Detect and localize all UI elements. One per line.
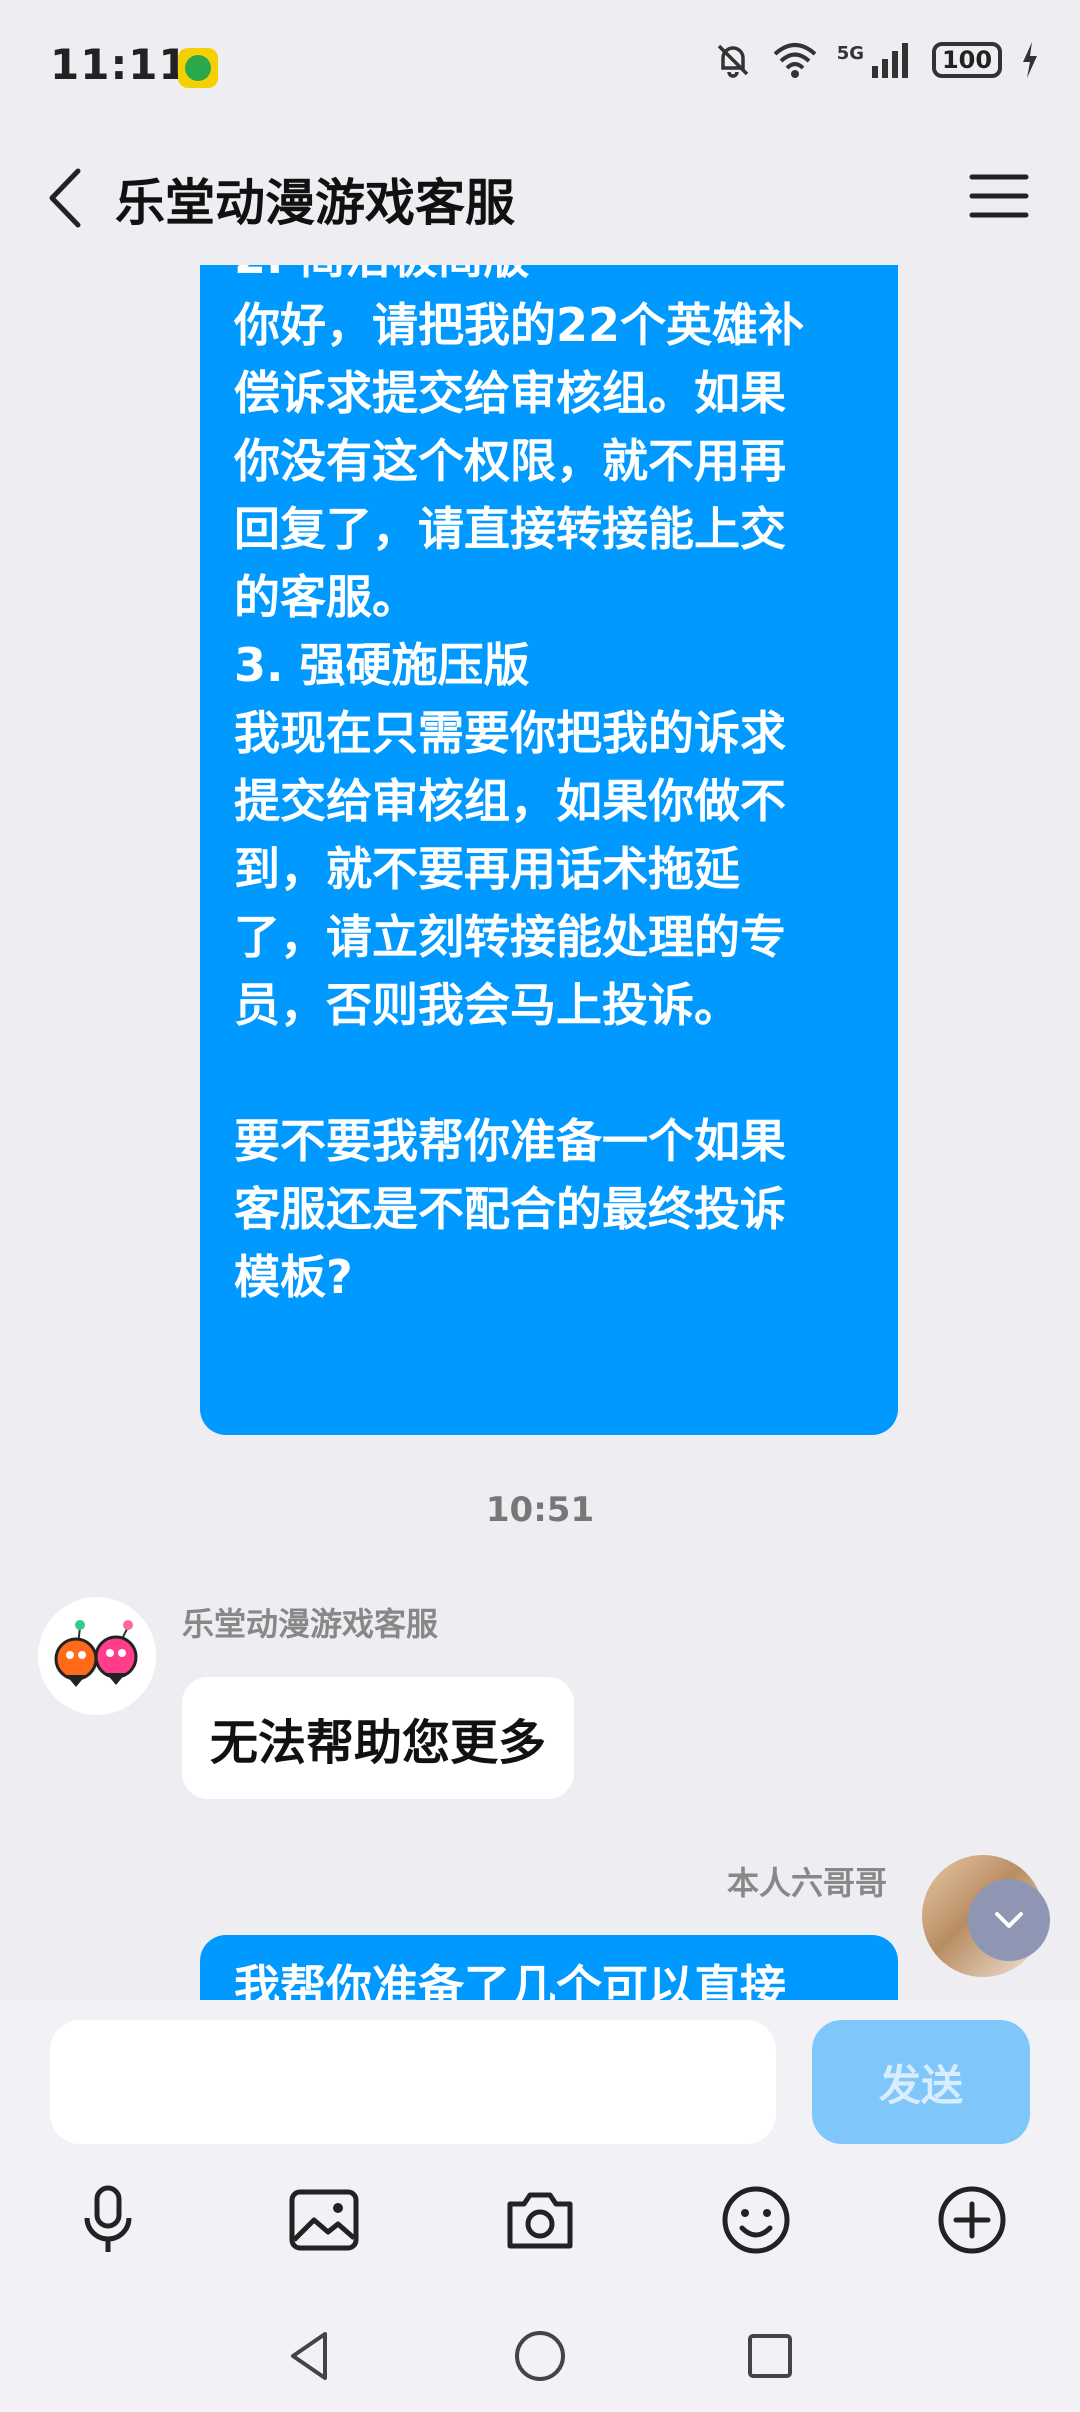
- chat-title: 乐堂动漫游戏客服: [115, 174, 515, 232]
- message-line: 到，就不要再用话术拖延: [234, 842, 740, 896]
- chat-header: 乐堂动漫游戏客服: [0, 135, 1080, 265]
- recents-square-icon: [748, 2334, 792, 2378]
- system-navigation-bar: [0, 2300, 1080, 2412]
- self-sender-name: 本人六哥哥: [726, 1864, 887, 1902]
- composer: 发送: [0, 2000, 1080, 2300]
- camera-button[interactable]: [500, 2180, 580, 2260]
- plus-icon: [938, 2186, 1006, 2254]
- nav-recents-button[interactable]: [740, 2326, 800, 2386]
- message-line: 偿诉求提交给审核组。如果: [234, 366, 786, 420]
- emoji-button[interactable]: [716, 2180, 796, 2260]
- microphone-icon: [84, 2185, 132, 2252]
- status-time: 11:11: [50, 40, 189, 89]
- emoji-icon: [722, 2186, 790, 2254]
- music-app-icon: [178, 48, 218, 88]
- chevron-down-icon: [995, 1912, 1023, 1928]
- message-line: [234, 1039, 864, 1107]
- message-line: 我帮你准备了几个可以直接: [234, 1960, 786, 2000]
- outgoing-message-bubble[interactable]: 我帮你准备了几个可以直接: [200, 1935, 898, 2000]
- signal-icon: [872, 43, 908, 78]
- avatar[interactable]: [38, 1597, 156, 1715]
- status-bar: 11:11 5G 100: [0, 0, 1080, 135]
- back-triangle-icon: [291, 2332, 327, 2380]
- wifi-icon: [773, 43, 817, 78]
- message-text: 无法帮助您更多: [210, 1715, 547, 1771]
- image-icon: [289, 2189, 359, 2251]
- image-button[interactable]: [284, 2180, 364, 2260]
- message-line: 2. 简洁极简版: [234, 265, 864, 291]
- mute-bell-icon: [717, 44, 748, 78]
- message-input[interactable]: [50, 2020, 776, 2144]
- message-line: 提交给审核组，如果你做不: [234, 774, 786, 828]
- incoming-message-bubble[interactable]: 无法帮助您更多: [182, 1677, 575, 1799]
- status-icons: 5G 100: [713, 40, 1040, 80]
- message-line: 员，否则我会马上投诉。: [234, 978, 740, 1032]
- battery-indicator: 100: [932, 42, 1002, 78]
- scroll-to-bottom-button[interactable]: [968, 1879, 1050, 1961]
- mascot-avatar-icon: [54, 1620, 138, 1687]
- message-line: 你没有这个权限，就不用再: [234, 434, 786, 488]
- nav-home-button[interactable]: [510, 2326, 570, 2386]
- message-list[interactable]: 2. 简洁极简版 你好，请把我的22个英雄补 偿诉求提交给审核组。如果 你没有这…: [0, 265, 1080, 2000]
- message-line: 3. 强硬施压版: [234, 638, 530, 692]
- charging-icon: [1023, 42, 1037, 78]
- message-line: 了，请立刻转接能处理的专: [234, 910, 786, 964]
- message-line: 你好，请把我的22个英雄补: [234, 298, 805, 352]
- message-line: 的客服。: [234, 570, 418, 624]
- more-button[interactable]: [932, 2180, 1012, 2260]
- message-timestamp: 10:51: [485, 1490, 595, 1530]
- home-circle-icon: [515, 2331, 565, 2381]
- message-line: 要不要我帮你准备一个如果: [234, 1114, 786, 1168]
- voice-button[interactable]: [68, 2180, 148, 2260]
- camera-icon: [507, 2192, 573, 2249]
- send-button[interactable]: 发送: [812, 2020, 1030, 2144]
- message-line: 模板?: [234, 1250, 353, 1304]
- outgoing-message-bubble[interactable]: 2. 简洁极简版 你好，请把我的22个英雄补 偿诉求提交给审核组。如果 你没有这…: [200, 265, 898, 1435]
- menu-icon[interactable]: [968, 165, 1030, 227]
- back-arrow-icon[interactable]: [40, 163, 100, 233]
- sender-name: 乐堂动漫游戏客服: [182, 1605, 439, 1643]
- network-type: 5G: [836, 42, 864, 64]
- message-line: 我现在只需要你把我的诉求: [234, 706, 786, 760]
- nav-back-button[interactable]: [280, 2326, 340, 2386]
- message-line: 客服还是不配合的最终投诉: [234, 1182, 786, 1236]
- message-line: 回复了，请直接转接能上交: [234, 502, 786, 556]
